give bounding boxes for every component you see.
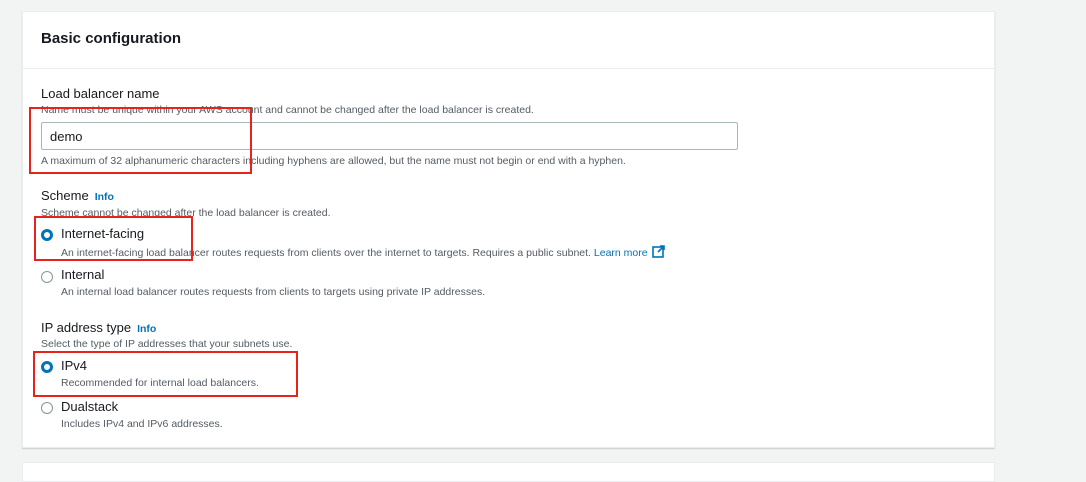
- internet-facing-desc-text: An internet-facing load balancer routes …: [61, 247, 591, 259]
- ip-ipv4-label[interactable]: IPv4: [61, 358, 87, 373]
- scheme-internet-facing-label[interactable]: Internet-facing: [61, 226, 144, 241]
- load-balancer-name-description: Name must be unique within your AWS acco…: [41, 104, 534, 116]
- scheme-internet-facing-description: An internet-facing load balancer routes …: [61, 245, 665, 259]
- load-balancer-name-constraint: A maximum of 32 alphanumeric characters …: [41, 155, 626, 167]
- scheme-label: Scheme Info: [41, 188, 114, 203]
- scheme-internet-facing-radio[interactable]: [41, 229, 53, 241]
- ip-address-type-label-text: IP address type: [41, 320, 132, 335]
- scheme-internal-description: An internal load balancer routes request…: [61, 286, 486, 298]
- ip-dualstack-radio[interactable]: [41, 402, 53, 414]
- load-balancer-name-input[interactable]: [41, 122, 738, 150]
- panel-header: Basic configuration: [23, 12, 994, 69]
- scheme-info-link[interactable]: Info: [95, 191, 114, 203]
- ip-address-type-description: Select the type of IP addresses that you…: [41, 338, 293, 350]
- scheme-description: Scheme cannot be changed after the load …: [41, 207, 331, 219]
- ip-ipv4-description: Recommended for internal load balancers.: [61, 377, 259, 389]
- load-balancer-name-label: Load balancer name: [41, 86, 160, 101]
- learn-more-link[interactable]: Learn more: [594, 247, 648, 259]
- ip-dualstack-description: Includes IPv4 and IPv6 addresses.: [61, 418, 223, 430]
- ip-address-type-info-link[interactable]: Info: [137, 323, 156, 335]
- ip-address-type-label: IP address type Info: [41, 320, 156, 335]
- basic-configuration-panel: Basic configuration Load balancer name N…: [22, 11, 995, 448]
- section-title: Basic configuration: [41, 30, 182, 47]
- ip-ipv4-radio[interactable]: [41, 361, 53, 373]
- scheme-internal-label[interactable]: Internal: [61, 267, 104, 282]
- scheme-label-text: Scheme: [41, 188, 89, 203]
- external-link-icon[interactable]: [651, 245, 665, 258]
- next-panel-edge: [22, 462, 995, 482]
- ip-dualstack-label[interactable]: Dualstack: [61, 399, 118, 414]
- scheme-internal-radio[interactable]: [41, 271, 53, 283]
